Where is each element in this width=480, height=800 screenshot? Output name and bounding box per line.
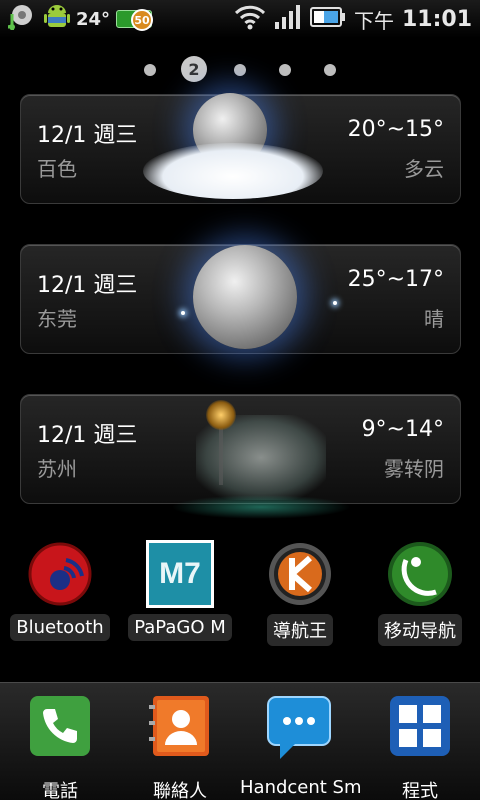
dock: 電話 聯絡人 Handcent Sm 程式 [0, 682, 480, 800]
music-notification-icon [4, 4, 38, 35]
weather-city: 苏州 [37, 457, 77, 481]
weather-condition: 多云 [404, 157, 444, 181]
home-page-indicator[interactable]: 2 [0, 56, 480, 82]
app-navking[interactable]: 導航王 [240, 538, 360, 648]
page-dot[interactable] [324, 64, 336, 76]
weather-city: 东莞 [37, 307, 77, 331]
page-dot[interactable] [279, 64, 291, 76]
bluetooth-icon [26, 540, 94, 608]
battery-icon [309, 6, 346, 32]
navigation-king-icon [266, 540, 334, 608]
app-label: 移动导航 [378, 614, 462, 646]
dock-phone[interactable]: 電話 [0, 693, 120, 800]
battery-level-badge: 50 [131, 9, 154, 31]
street-lamp-icon [206, 400, 236, 430]
star-icon [333, 301, 337, 305]
papago-m7-icon: M7 [146, 540, 214, 608]
page-dot-active[interactable]: 2 [181, 56, 207, 82]
weather-condition: 晴 [424, 307, 444, 331]
android-icon [44, 3, 70, 35]
lamppost-icon [219, 425, 223, 485]
app-label: Bluetooth [10, 614, 110, 641]
star-icon [181, 311, 185, 315]
weather-temperature: 25°~17° [347, 267, 444, 292]
weather-city: 百色 [37, 157, 77, 181]
phone-icon [29, 695, 91, 757]
status-bar[interactable]: 24° 50 下午 11:01 [0, 0, 480, 38]
dock-label: Handcent Sm [240, 777, 360, 798]
clock-period: 下午 [353, 8, 394, 33]
moon-icon [193, 245, 297, 349]
sms-bubble-icon [266, 695, 332, 761]
app-papago[interactable]: M7 PaPaGO M [120, 538, 240, 648]
dock-label: 程式 [402, 781, 438, 800]
weather-temperature: 9°~14° [361, 417, 444, 442]
weather-card[interactable]: 12/1 週三 20°~15° 百色 多云 [20, 93, 461, 204]
apps-grid-icon [389, 695, 451, 757]
dock-handcent-sms[interactable]: Handcent Sm [240, 693, 360, 800]
dock-contacts[interactable]: 聯絡人 [120, 693, 240, 800]
weather-card[interactable]: 12/1 週三 9°~14° 苏州 雾转阴 [20, 394, 461, 519]
page-dot[interactable] [234, 64, 246, 76]
wifi-icon [234, 4, 266, 34]
app-mobile-navigation[interactable]: 移动导航 [360, 538, 480, 648]
weather-date: 12/1 週三 [37, 273, 138, 298]
app-label: PaPaGO M [128, 614, 232, 641]
dock-label: 電話 [42, 781, 78, 800]
weather-condition: 雾转阴 [384, 457, 444, 481]
cloud-icon [143, 143, 323, 199]
dock-label: 聯絡人 [153, 781, 207, 800]
weather-card[interactable]: 12/1 週三 25°~17° 东莞 晴 [20, 244, 461, 354]
app-bluetooth[interactable]: Bluetooth [0, 538, 120, 648]
signal-strength-icon [274, 4, 302, 34]
dock-apps[interactable]: 程式 [360, 693, 480, 800]
temperature-text: 24° [76, 8, 111, 30]
fog-glow [171, 495, 351, 519]
mobile-navigation-icon [386, 540, 454, 608]
weather-date: 12/1 週三 [37, 123, 138, 148]
battery-widget-icon: 50 [116, 9, 154, 31]
app-label: 導航王 [267, 614, 333, 646]
weather-temperature: 20°~15° [347, 117, 444, 142]
page-dot[interactable] [144, 64, 156, 76]
clock-time: 11:01 [401, 6, 472, 32]
weather-date: 12/1 週三 [37, 423, 138, 448]
contacts-icon [149, 695, 211, 757]
papago-icon-text: M7 [159, 557, 201, 590]
